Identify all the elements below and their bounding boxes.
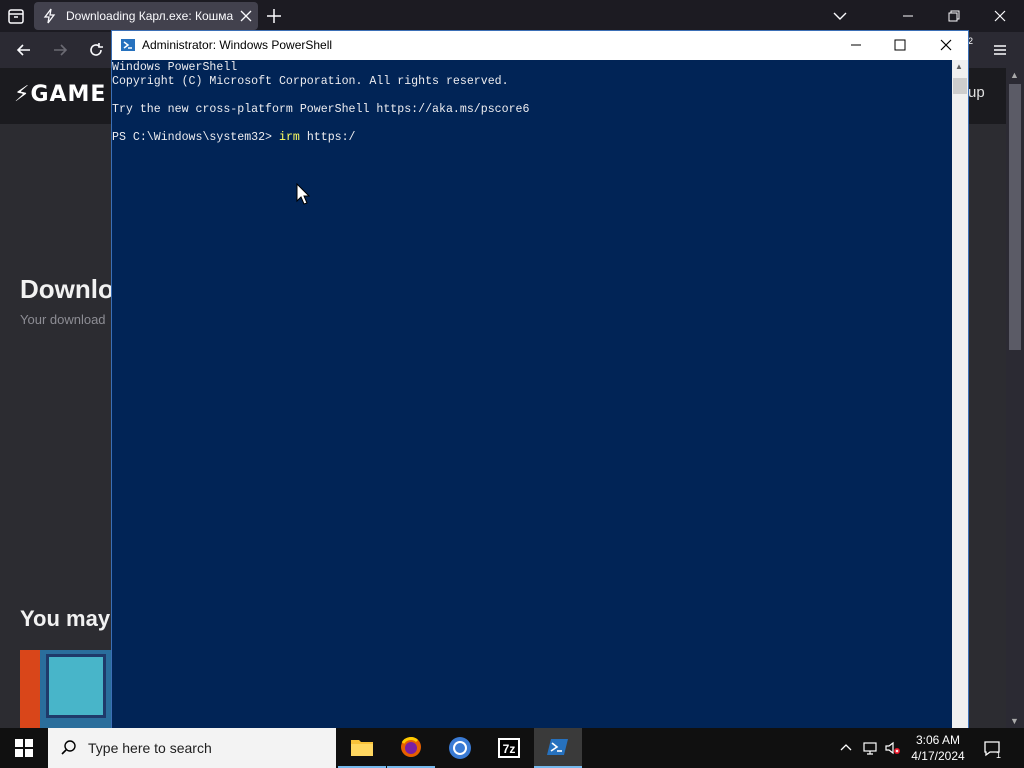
scrollbar-thumb[interactable] <box>1009 84 1021 350</box>
recommendations-heading: You may <box>20 606 111 631</box>
taskbar: Type here to search 7z 3:06 AM 4/17/2024… <box>0 728 1024 768</box>
console-prompt: PS C:\Windows\system32> <box>112 131 279 144</box>
notification-count: 1 <box>996 750 1002 760</box>
volume-muted-icon[interactable] <box>884 740 900 756</box>
chrome-icon <box>449 737 471 759</box>
chevron-up-icon[interactable] <box>838 740 854 756</box>
taskbar-search-box[interactable]: Type here to search <box>48 728 336 768</box>
powershell-titlebar[interactable]: Administrator: Windows PowerShell <box>112 31 968 60</box>
console-prompt-line: PS C:\Windows\system32> irm https:/ <box>112 131 952 145</box>
lightning-icon <box>43 8 56 24</box>
search-placeholder: Type here to search <box>88 740 212 756</box>
site-logo[interactable]: ⚡GAME <box>14 82 106 107</box>
taskbar-firefox[interactable] <box>387 728 435 768</box>
console-command: irm <box>278 131 300 144</box>
console-line: Windows PowerShell <box>112 61 238 74</box>
taskbar-clock[interactable]: 3:06 AM 4/17/2024 <box>904 732 972 764</box>
minimize-icon[interactable] <box>846 35 866 55</box>
close-tab-icon[interactable] <box>238 8 254 24</box>
tab-list-icon[interactable] <box>4 4 28 28</box>
new-tab-icon[interactable] <box>264 6 284 26</box>
download-subtext: Your download <box>20 312 106 327</box>
clock-time: 3:06 AM <box>915 733 961 747</box>
firefox-icon <box>401 737 421 757</box>
svg-text:7z: 7z <box>503 742 516 756</box>
browser-tab-bar: Downloading Карл.exe: Кошма <box>0 0 1024 32</box>
tab-title: Downloading Карл.exe: Кошма <box>66 9 234 23</box>
signup-button[interactable]: up <box>968 84 985 101</box>
forward-arrow-icon[interactable] <box>50 40 70 60</box>
powershell-icon <box>121 39 135 51</box>
thumbnail-art <box>46 654 106 718</box>
browser-tab[interactable]: Downloading Карл.exe: Кошма <box>34 2 258 30</box>
scrollbar-thumb[interactable] <box>953 78 967 94</box>
powershell-icon <box>547 739 568 755</box>
back-arrow-icon[interactable] <box>14 40 34 60</box>
console-line: Copyright (C) Microsoft Corporation. All… <box>112 75 509 88</box>
start-button[interactable] <box>0 728 48 768</box>
mouse-cursor-icon <box>296 183 310 205</box>
powershell-window[interactable]: Administrator: Windows PowerShell Window… <box>111 30 969 730</box>
network-icon[interactable] <box>862 740 878 756</box>
windows-logo-icon <box>15 739 33 757</box>
reload-icon[interactable] <box>86 40 106 60</box>
console-argument: https:/ <box>299 131 356 144</box>
taskbar-file-explorer[interactable] <box>338 728 386 768</box>
game-thumbnail[interactable] <box>20 650 112 728</box>
taskbar-powershell[interactable] <box>534 728 582 768</box>
powershell-console[interactable]: Windows PowerShell Copyright (C) Microso… <box>112 60 952 729</box>
clock-date: 4/17/2024 <box>911 749 965 763</box>
maximize-icon[interactable] <box>890 35 910 55</box>
menu-icon[interactable] <box>990 40 1010 60</box>
scroll-up-icon[interactable]: ▲ <box>955 62 963 71</box>
taskbar-7zip[interactable]: 7z <box>485 728 533 768</box>
console-scrollbar[interactable]: ▲ <box>952 60 968 729</box>
page-scrollbar[interactable]: ▲ ▼ <box>1006 68 1024 728</box>
search-icon <box>61 740 76 755</box>
scroll-down-icon[interactable]: ▼ <box>1010 716 1019 726</box>
powershell-title: Administrator: Windows PowerShell <box>142 38 333 52</box>
console-line: Try the new cross-platform PowerShell ht… <box>112 103 530 116</box>
file-explorer-icon <box>351 740 373 756</box>
close-window-icon[interactable] <box>990 6 1010 26</box>
restore-icon[interactable] <box>944 6 964 26</box>
taskbar-chrome[interactable] <box>436 728 484 768</box>
minimize-icon[interactable] <box>898 6 918 26</box>
close-icon[interactable] <box>936 35 956 55</box>
chevron-down-icon[interactable] <box>832 8 848 24</box>
7zip-icon: 7z <box>498 738 520 758</box>
scroll-up-icon[interactable]: ▲ <box>1010 70 1019 80</box>
